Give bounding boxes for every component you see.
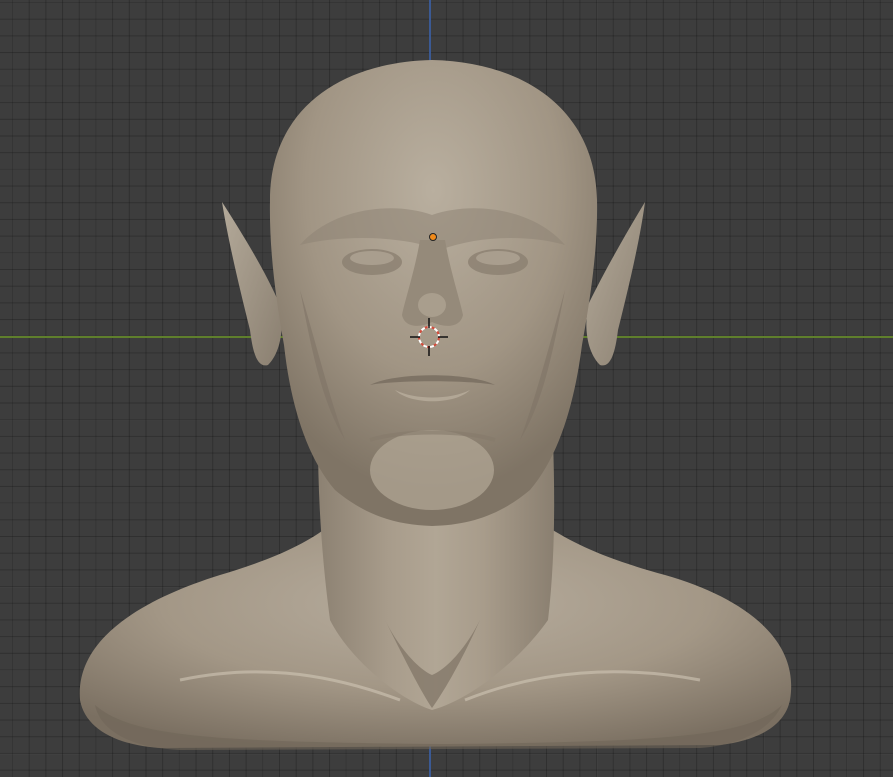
chin [370,430,494,510]
object-origin-dot[interactable] [429,233,437,241]
sculpt-canvas[interactable] [0,0,893,777]
3d-viewport[interactable] [0,0,893,777]
eyelid-right [476,251,520,265]
eyelid-left [350,251,394,265]
nose-tip [418,293,446,317]
